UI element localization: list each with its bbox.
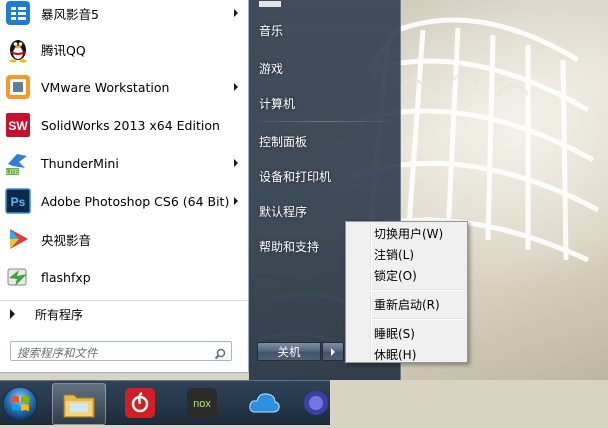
right-item-partial[interactable] [259,0,281,16]
all-programs-label: 所有程序 [35,307,84,322]
windows-start-orb[interactable] [0,380,44,424]
expand-arrow-icon [10,309,15,319]
solidworks-icon: SW [4,111,32,139]
browser-icon[interactable] [298,383,330,423]
shutdown-label: 关机 [277,344,301,359]
program-item-photoshop[interactable]: Ps Adobe Photoshop CS6 (64 Bit) [0,183,248,219]
program-item-cctv-player[interactable]: 央视影音 [0,221,248,257]
program-item-baofeng[interactable]: 暴风影音5 [0,0,248,31]
cloud-drive-icon[interactable] [238,383,290,423]
menu-item-sleep[interactable]: 睡眠(S) [374,323,415,343]
right-item-default-programs[interactable]: 默认程序 [259,199,307,223]
nox-player-icon[interactable]: nox [176,383,228,423]
submenu-arrow-icon [234,83,238,91]
menu-separator [372,289,464,290]
menu-item-lock[interactable]: 锁定(O) [374,265,417,285]
program-label: 腾讯QQ [41,42,86,58]
nox-label: nox [193,398,211,410]
submenu-arrow-icon [234,159,238,167]
svg-text:SW: SW [8,119,28,133]
program-label: VMware Workstation [41,79,170,95]
menu-gutter [370,224,371,360]
program-item-solidworks[interactable]: SW SolidWorks 2013 x64 Edition [0,107,248,143]
chevron-right-icon [331,347,335,356]
divider [259,121,389,122]
right-item-help-support[interactable]: 帮助和支持 [259,234,319,258]
program-label: flashfxp [41,269,91,285]
vmware-icon [4,73,32,101]
photoshop-icon: Ps [4,187,32,215]
program-label: SolidWorks 2013 x64 Edition [41,117,220,133]
svg-text:Ps: Ps [11,195,26,209]
file-explorer-icon[interactable] [52,383,106,425]
netease-music-icon[interactable] [114,383,166,423]
program-item-vmware[interactable]: VMware Workstation [0,69,248,105]
program-item-qq[interactable]: 腾讯QQ [0,31,248,67]
right-item-games[interactable]: 游戏 [259,56,283,80]
menu-item-hibernate[interactable]: 休眠(H) [374,344,416,364]
submenu-arrow-icon [234,9,238,17]
menu-item-restart[interactable]: 重新启动(R) [374,294,440,314]
search-box[interactable] [10,341,232,364]
program-label: ThunderMini [41,155,119,171]
qq-penguin-icon [4,35,32,63]
menu-separator [372,318,464,319]
shutdown-options-button[interactable] [322,342,344,361]
start-menu-programs-panel: 暴风影音5 腾讯QQ VMware Workstation SW SolidWo… [0,0,249,373]
shutdown-options-menu: 切换用户(W) 注销(L) 锁定(O) 重新启动(R) 睡眠(S) 休眠(H) [345,221,468,363]
flashfxp-icon [4,263,32,291]
search-icon[interactable] [214,345,226,364]
baofeng-icon [4,0,32,27]
cctv-player-icon [4,225,32,253]
right-item-music[interactable]: 音乐 [259,18,283,42]
program-label: 央视影音 [41,232,92,248]
search-input[interactable] [11,344,207,362]
truncated-item-text [259,1,281,7]
menu-item-log-off[interactable]: 注销(L) [374,244,414,264]
right-item-devices-printers[interactable]: 设备和打印机 [259,164,331,188]
right-item-control-panel[interactable]: 控制面板 [259,129,307,153]
menu-item-switch-user[interactable]: 切换用户(W) [374,223,443,243]
svg-text:LITE: LITE [6,170,19,176]
shutdown-button[interactable]: 关机 [257,342,321,361]
program-label: 暴风影音5 [41,6,99,22]
program-item-flashfxp[interactable]: flashfxp [0,259,248,295]
program-label: Adobe Photoshop CS6 (64 Bit) [41,193,230,209]
thunder-bird-icon: LITE [4,149,32,177]
all-programs-button[interactable]: 所有程序 [0,300,248,327]
right-item-computer[interactable]: 计算机 [259,91,295,115]
submenu-arrow-icon [234,197,238,205]
program-item-thundermini[interactable]: LITE ThunderMini [0,145,248,181]
